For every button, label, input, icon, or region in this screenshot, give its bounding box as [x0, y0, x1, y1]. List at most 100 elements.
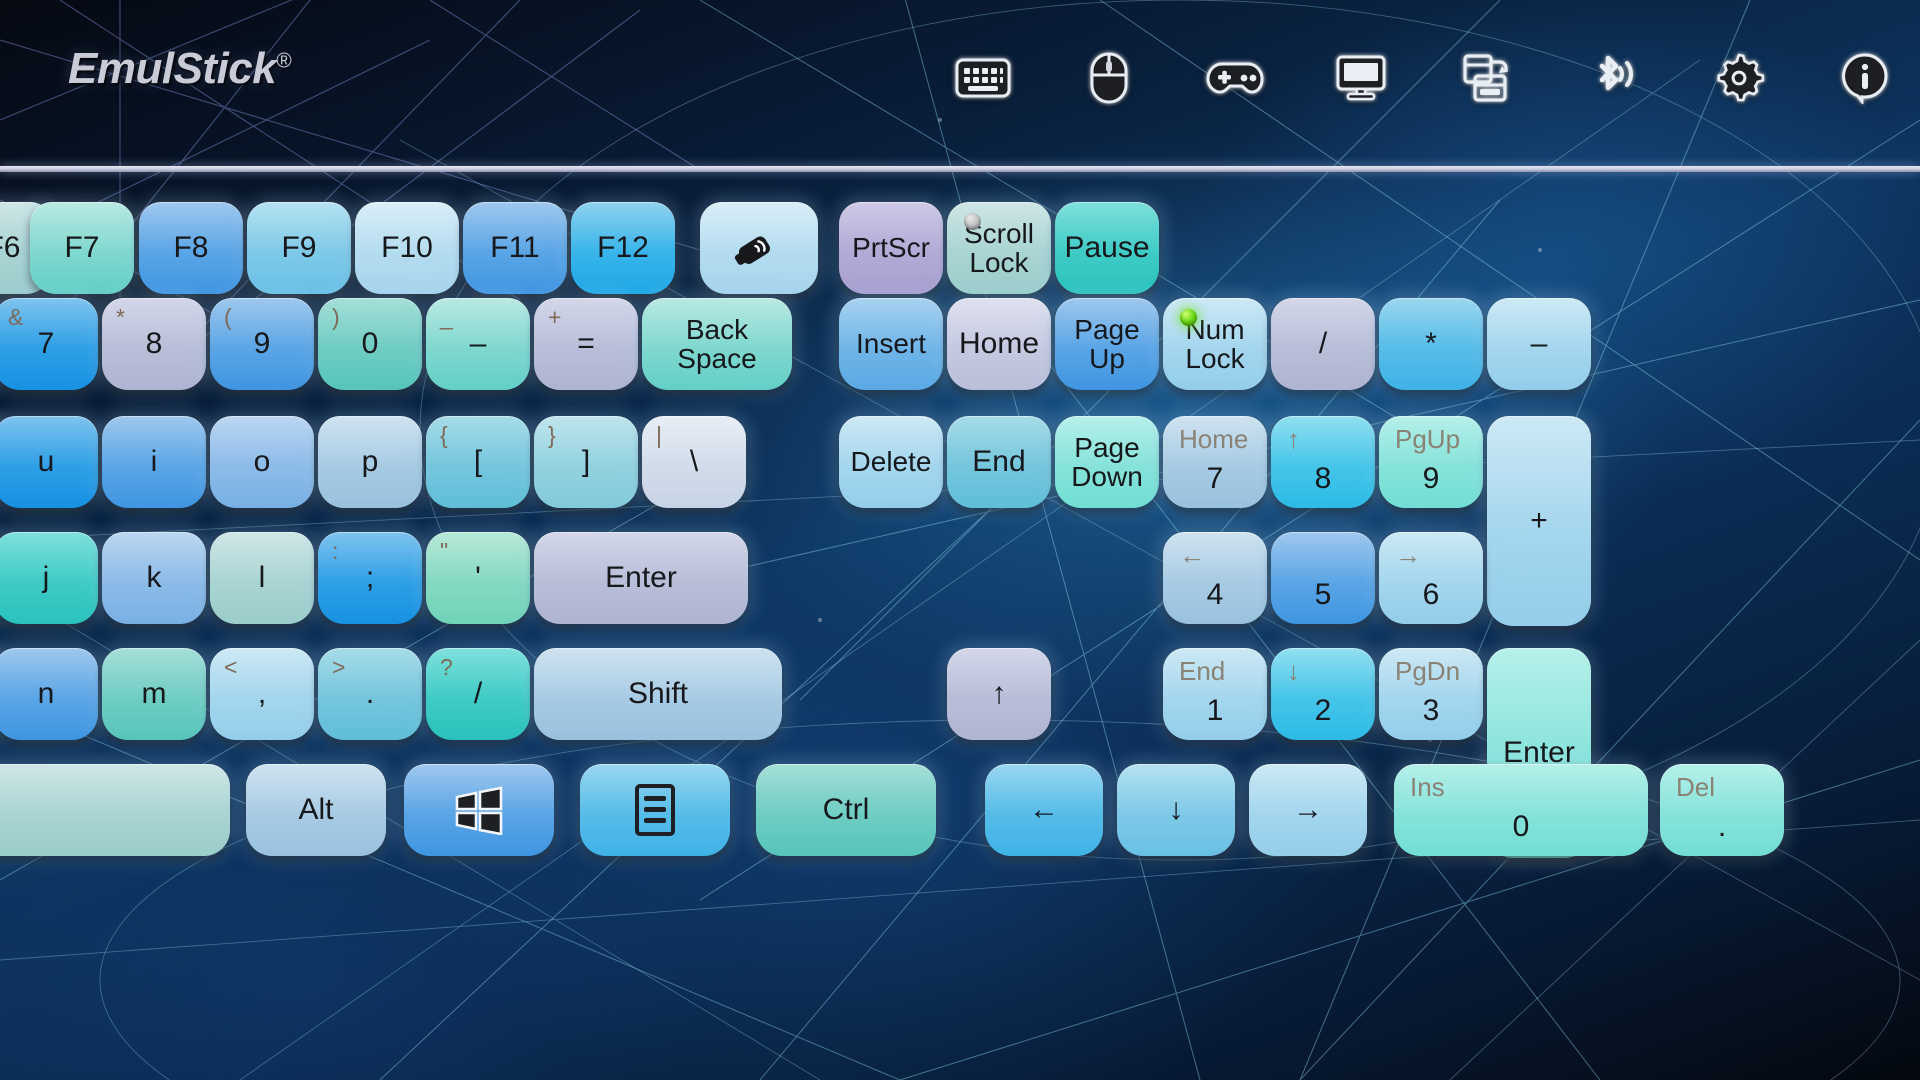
key-prtscr-label: PrtScr — [852, 232, 930, 264]
key-np-9[interactable]: PgUp 9 — [1379, 416, 1483, 508]
key-7-shift-label: & — [8, 304, 24, 330]
key-arrow-left[interactable]: ← — [985, 764, 1103, 856]
key-pageup[interactable]: Page Up — [1055, 298, 1159, 390]
toolbar-mouse-button[interactable] — [1046, 36, 1172, 124]
key-comma[interactable]: <, — [210, 648, 314, 740]
key-m[interactable]: m — [102, 648, 206, 740]
key-9[interactable]: (9 — [210, 298, 314, 390]
key-prtscr[interactable]: PrtScr — [839, 202, 943, 294]
key-np-6-secondary-label: → — [1395, 540, 1421, 570]
key-j-label: j — [42, 561, 50, 595]
key-u[interactable]: u — [0, 416, 98, 508]
key-j[interactable]: j — [0, 532, 98, 624]
key-comma-label: , — [257, 677, 267, 711]
key-scrolllock[interactable]: Scroll Lock — [947, 202, 1051, 294]
key-alt-right[interactable]: Alt — [246, 764, 386, 856]
key-m-label: m — [141, 677, 167, 711]
key-slash[interactable]: ? / — [426, 648, 530, 740]
key-backspace[interactable]: Back Space — [642, 298, 792, 390]
key-menu[interactable] — [580, 764, 730, 856]
key-arrow-down[interactable]: ↓ — [1117, 764, 1235, 856]
key-bracketleft[interactable]: {[ — [426, 416, 530, 508]
key-arrow-up[interactable]: ↑ — [947, 648, 1051, 740]
key-k[interactable]: k — [102, 532, 206, 624]
key-np-0-secondary-label: Ins — [1410, 772, 1445, 802]
key-np-period[interactable]: Del. — [1660, 764, 1784, 856]
key-equal-label: = — [577, 327, 595, 361]
key-bracketright[interactable]: }] — [534, 416, 638, 508]
toolbar-info-button[interactable] — [1802, 36, 1920, 124]
key-shift-right[interactable]: Shift — [534, 648, 782, 740]
key-np-minus-label: – — [1530, 327, 1548, 361]
key-end[interactable]: End — [947, 416, 1051, 508]
key-period[interactable]: >. — [318, 648, 422, 740]
key-numlock[interactable]: Num Lock — [1163, 298, 1267, 390]
key-ctrl-right[interactable]: Ctrl — [756, 764, 936, 856]
key-np-6-label: 6 — [1422, 577, 1440, 611]
key-equal[interactable]: + = — [534, 298, 638, 390]
key-f12[interactable]: F12 — [571, 202, 675, 294]
key-f9[interactable]: F9 — [247, 202, 351, 294]
key-backslash[interactable]: | \ — [642, 416, 746, 508]
key-np-6[interactable]: → 6 — [1379, 532, 1483, 624]
key-f11[interactable]: F11 — [463, 202, 567, 294]
key-pause[interactable]: Pause — [1055, 202, 1159, 294]
key-np-2[interactable]: ↓ 2 — [1271, 648, 1375, 740]
key-l[interactable]: l — [210, 532, 314, 624]
key-np-0[interactable]: Ins 0 — [1394, 764, 1648, 856]
key-np-5-label: 5 — [1314, 577, 1332, 611]
key-p[interactable]: p — [318, 416, 422, 508]
toolbar-keyboard-button[interactable] — [920, 36, 1046, 124]
key-np-minus[interactable]: – — [1487, 298, 1591, 390]
toolbar-monitor-button[interactable] — [1298, 36, 1424, 124]
key-i[interactable]: i — [102, 416, 206, 508]
key-quote[interactable]: " ' — [426, 532, 530, 624]
key-9-label: 9 — [253, 327, 271, 361]
key-np-8-secondary-label: ↑ — [1287, 424, 1300, 454]
key-np-8[interactable]: ↑ 8 — [1271, 416, 1375, 508]
key-0[interactable]: ) 0 — [318, 298, 422, 390]
info-icon — [1840, 52, 1890, 109]
key-home[interactable]: Home — [947, 298, 1051, 390]
key-np-1[interactable]: End 1 — [1163, 648, 1267, 740]
brand-text: EmulStick — [68, 44, 277, 93]
key-o[interactable]: o — [210, 416, 314, 508]
key-f10[interactable]: F10 — [355, 202, 459, 294]
key-f6-label: F6 — [0, 231, 21, 265]
key-7[interactable]: & 7 — [0, 298, 98, 390]
key-np-7[interactable]: Home 7 — [1163, 416, 1267, 508]
key-np-multiply[interactable]: * — [1379, 298, 1483, 390]
toolbar-script-button[interactable] — [1424, 36, 1550, 124]
key-8[interactable]: * 8 — [102, 298, 206, 390]
key-f7[interactable]: F7 — [30, 202, 134, 294]
key-delete[interactable]: Delete — [839, 416, 943, 508]
key-np-3[interactable]: PgDn 3 — [1379, 648, 1483, 740]
key-k-label: k — [146, 561, 162, 595]
key-dongle[interactable] — [700, 202, 818, 294]
key-win-right[interactable] — [404, 764, 554, 856]
key-insert[interactable]: Insert — [839, 298, 943, 390]
key-enter[interactable]: Enter — [534, 532, 748, 624]
toolbar-bluetooth-button[interactable] — [1550, 36, 1676, 124]
key-n[interactable]: n — [0, 648, 98, 740]
key-space[interactable] — [0, 764, 230, 856]
keyboard-row-letter-row-3: bnm<,>.?/Shift↑End1↓2PgDn3Enter — [0, 648, 1920, 858]
toolbar-settings-button[interactable] — [1676, 36, 1802, 124]
key-minus[interactable]: _ – — [426, 298, 530, 390]
key-np-plus-label: + — [1530, 504, 1548, 538]
key-pagedown[interactable]: Page Down — [1055, 416, 1159, 508]
key-alt-right-label: Alt — [298, 793, 334, 827]
key-f8[interactable]: F8 — [139, 202, 243, 294]
key-np-divide[interactable]: / — [1271, 298, 1375, 390]
toolbar-gamepad-button[interactable] — [1172, 36, 1298, 124]
top-toolbar — [920, 36, 1920, 124]
key-np-3-secondary-label: PgDn — [1395, 656, 1461, 686]
key-semicolon[interactable]: :; — [318, 532, 422, 624]
key-i-label: i — [150, 445, 158, 479]
key-np-4[interactable]: ← 4 — [1163, 532, 1267, 624]
keyboard-row-function-row: F6 F7 F8 F9 F10 F11 F12 PrtScr ScrollLock Pause — [0, 202, 1920, 294]
key-np-5[interactable]: 5 — [1271, 532, 1375, 624]
key-arrow-right[interactable]: → — [1249, 764, 1367, 856]
key-np-7-secondary-label: Home — [1179, 424, 1249, 454]
key-end-label: End — [972, 445, 1026, 479]
